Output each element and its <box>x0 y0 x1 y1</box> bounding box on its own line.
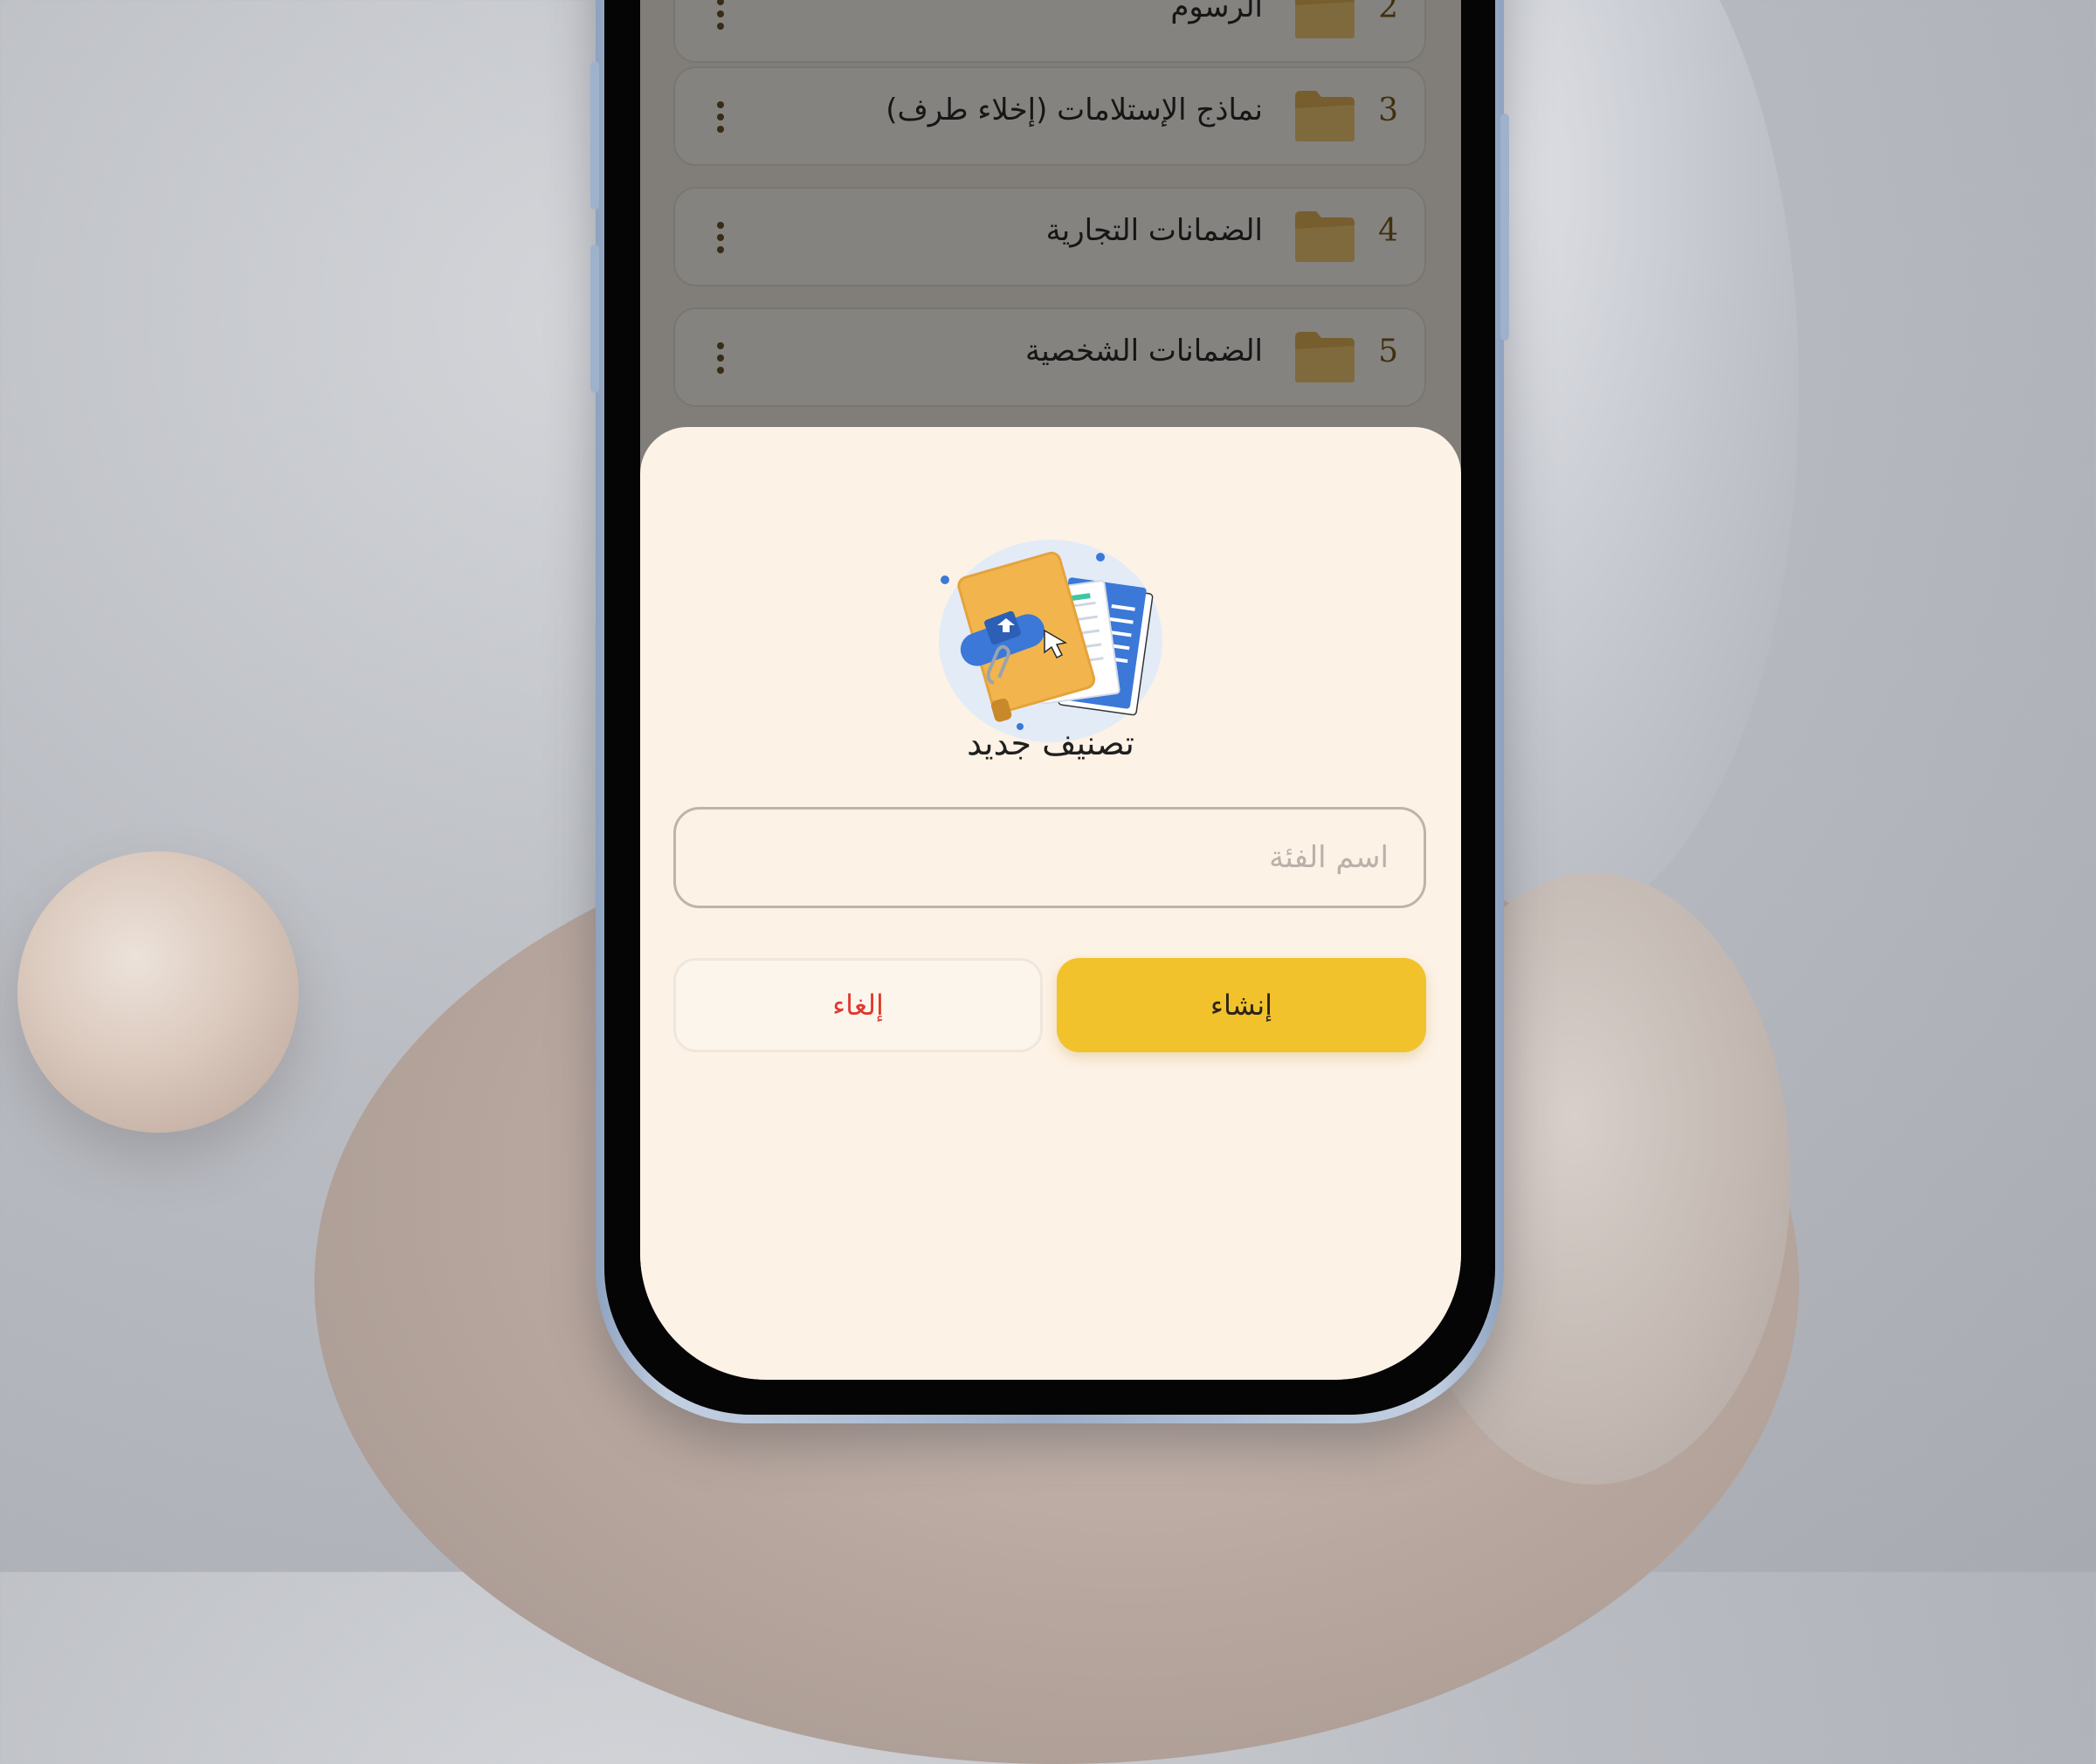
category-name-input[interactable] <box>673 807 1426 908</box>
phone-volume-down-button <box>590 245 599 393</box>
phone-power-button <box>1500 114 1509 341</box>
sheet-title: تصنيف جديد <box>967 724 1134 762</box>
phone-volume-up-button <box>590 61 599 210</box>
documents-folder-illustration <box>939 540 1162 742</box>
new-category-sheet: تصنيف جديد إنشاء إلغاء <box>640 427 1461 1380</box>
phone-screen: 2 الرسوم 3 نماذج الإستلامات (إخلاء طرف) … <box>640 0 1461 1380</box>
cancel-button[interactable]: إلغاء <box>673 958 1043 1052</box>
create-button[interactable]: إنشاء <box>1057 958 1426 1052</box>
background-sphere <box>17 851 299 1133</box>
